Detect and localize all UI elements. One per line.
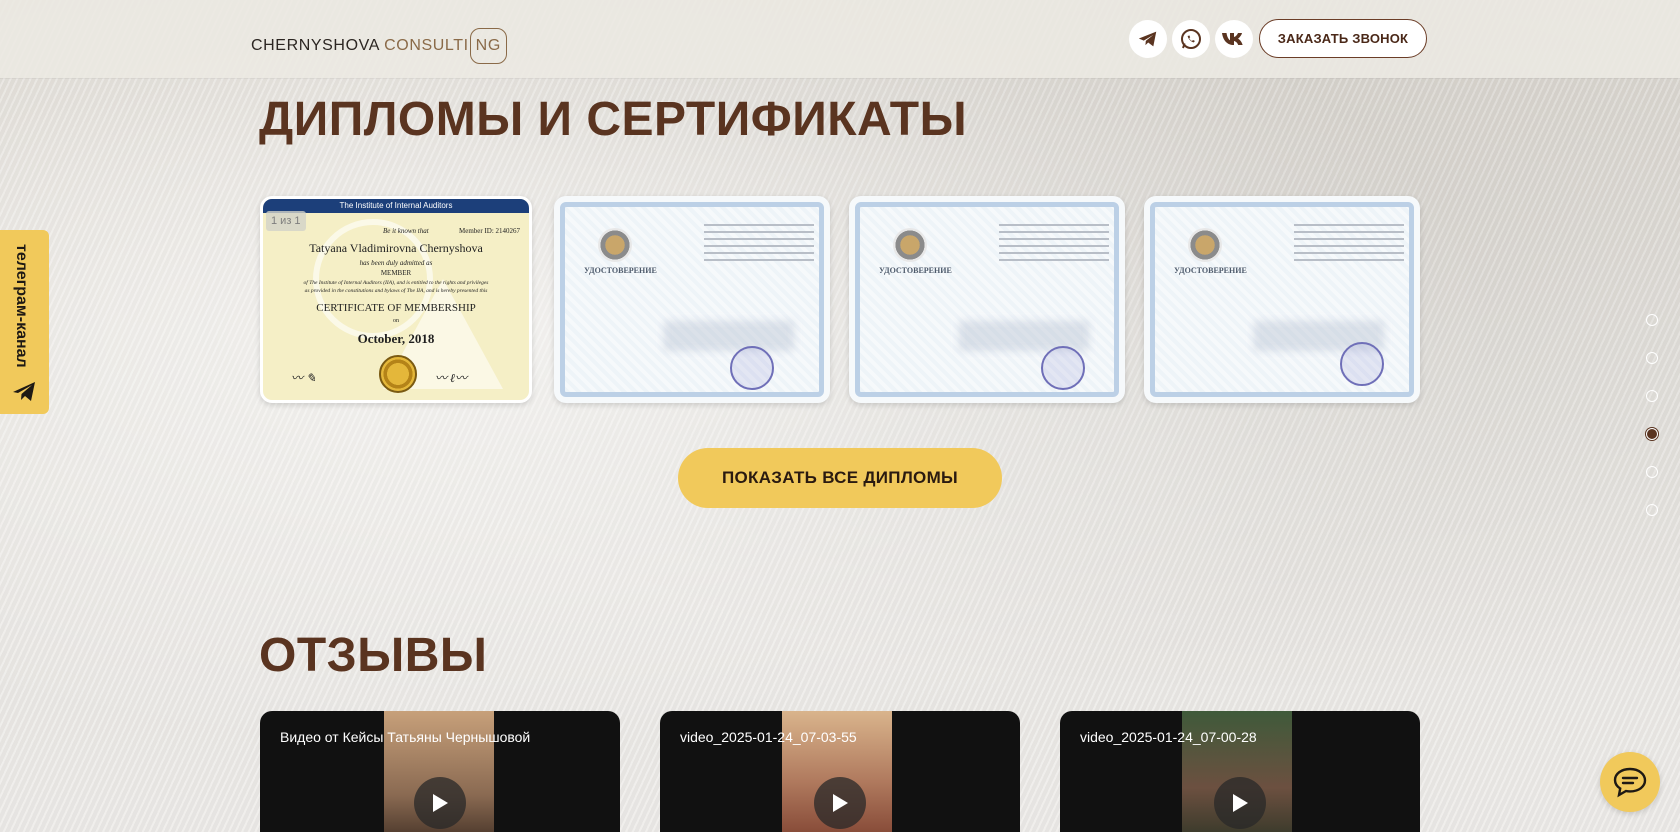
section-dot-6[interactable] [1646, 504, 1658, 516]
certificate-card-4[interactable]: УДОСТОВЕРЕНИЕ [1144, 196, 1420, 403]
certificate-text-lines [1294, 224, 1404, 266]
telegram-icon [13, 382, 35, 401]
signature-right: 〰 ℓ〰 [435, 371, 467, 385]
logo-text-accent: CONSULTI [384, 37, 469, 54]
section-dot-1[interactable] [1646, 314, 1658, 326]
telegram-channel-tab[interactable]: телеграм-канал [0, 230, 49, 414]
whatsapp-button[interactable] [1172, 20, 1210, 58]
play-button[interactable] [414, 777, 466, 829]
blurred-area [664, 321, 794, 351]
cert-body-line2: as provided in the constitutions and byl… [304, 288, 488, 294]
logo-text-dark: CHERNYSHOVA [251, 37, 385, 54]
cert-admitted: has been duly admitted as [359, 259, 433, 267]
order-call-button[interactable]: ЗАКАЗАТЬ ЗВОНОК [1259, 19, 1427, 58]
stamp [730, 346, 774, 390]
logo[interactable]: CHERNYSHOVA CONSULTI NG [251, 28, 507, 64]
telegram-button[interactable] [1129, 20, 1167, 58]
section-dot-2[interactable] [1646, 352, 1658, 364]
site-header: CHERNYSHOVA CONSULTI NG ЗАКАЗАТЬ ЗВОНОК [0, 0, 1680, 78]
cert-title: CERTIFICATE OF MEMBERSHIP [316, 302, 476, 314]
crest-emblem [598, 228, 632, 262]
whatsapp-icon [1181, 29, 1201, 49]
certificate-card-3[interactable]: УДОСТОВЕРЕНИЕ [849, 196, 1125, 403]
certificate-label: УДОСТОВЕРЕНИЕ [1174, 266, 1247, 275]
section-dot-3[interactable] [1646, 390, 1658, 402]
crest-emblem [1188, 228, 1222, 262]
signature-left: 〰 ✎ [291, 371, 317, 385]
certificate-label: УДОСТОВЕРЕНИЕ [879, 266, 952, 275]
video-title: video_2025-01-24_07-00-28 [1080, 729, 1257, 745]
video-title: video_2025-01-24_07-03-55 [680, 729, 857, 745]
play-button[interactable] [1214, 777, 1266, 829]
certificate-text-lines [704, 224, 814, 266]
show-all-diplomas-button[interactable]: ПОКАЗАТЬ ВСЕ ДИПЛОМЫ [678, 448, 1002, 508]
video-title: Видео от Кейсы Татьяны Чернышовой [280, 729, 531, 745]
telegram-icon [1138, 31, 1157, 47]
certificate-card-iia[interactable]: The Institute of Internal Auditors 1 из … [260, 196, 532, 403]
stamp [1340, 342, 1384, 386]
play-icon [1233, 794, 1248, 812]
vk-button[interactable] [1215, 20, 1253, 58]
section-nav-dots [1646, 314, 1658, 542]
review-video-3[interactable]: video_2025-01-24_07-00-28 [1060, 711, 1420, 832]
vk-icon [1222, 33, 1243, 45]
section-dot-5[interactable] [1646, 466, 1658, 478]
certificate-label: УДОСТОВЕРЕНИЕ [584, 266, 657, 275]
cert-member: MEMBER [380, 269, 412, 277]
play-button[interactable] [814, 777, 866, 829]
play-icon [433, 794, 448, 812]
gold-seal [379, 355, 417, 393]
reviews-heading: ОТЗЫВЫ [259, 629, 488, 682]
diplomas-heading: ДИПЛОМЫ И СЕРТИФИКАТЫ [259, 93, 968, 146]
telegram-channel-label: телеграм-канал [13, 244, 30, 368]
certificate-text-lines [999, 224, 1109, 266]
review-video-1[interactable]: Видео от Кейсы Татьяны Чернышовой [260, 711, 620, 832]
chat-bubble-icon [1613, 767, 1647, 798]
logo-text-boxed: NG [469, 28, 507, 64]
play-icon [833, 794, 848, 812]
review-video-2[interactable]: video_2025-01-24_07-03-55 [660, 711, 1020, 832]
stamp [1041, 346, 1085, 390]
image-counter-badge: 1 из 1 [266, 211, 306, 231]
cert-name: Tatyana Vladimirovna Chernyshova [309, 241, 483, 255]
certificate-card-2[interactable]: УДОСТОВЕРЕНИЕ [554, 196, 830, 403]
cert-member-id: Member ID: 2140267 [459, 227, 521, 235]
cert-body-line1: of The Institute of Internal Auditors (I… [303, 280, 489, 286]
cert-date: October, 2018 [357, 331, 435, 346]
cert-on: on [393, 318, 399, 324]
section-dot-4-active[interactable] [1646, 428, 1658, 440]
chat-widget-button[interactable] [1600, 752, 1660, 812]
crest-emblem [893, 228, 927, 262]
